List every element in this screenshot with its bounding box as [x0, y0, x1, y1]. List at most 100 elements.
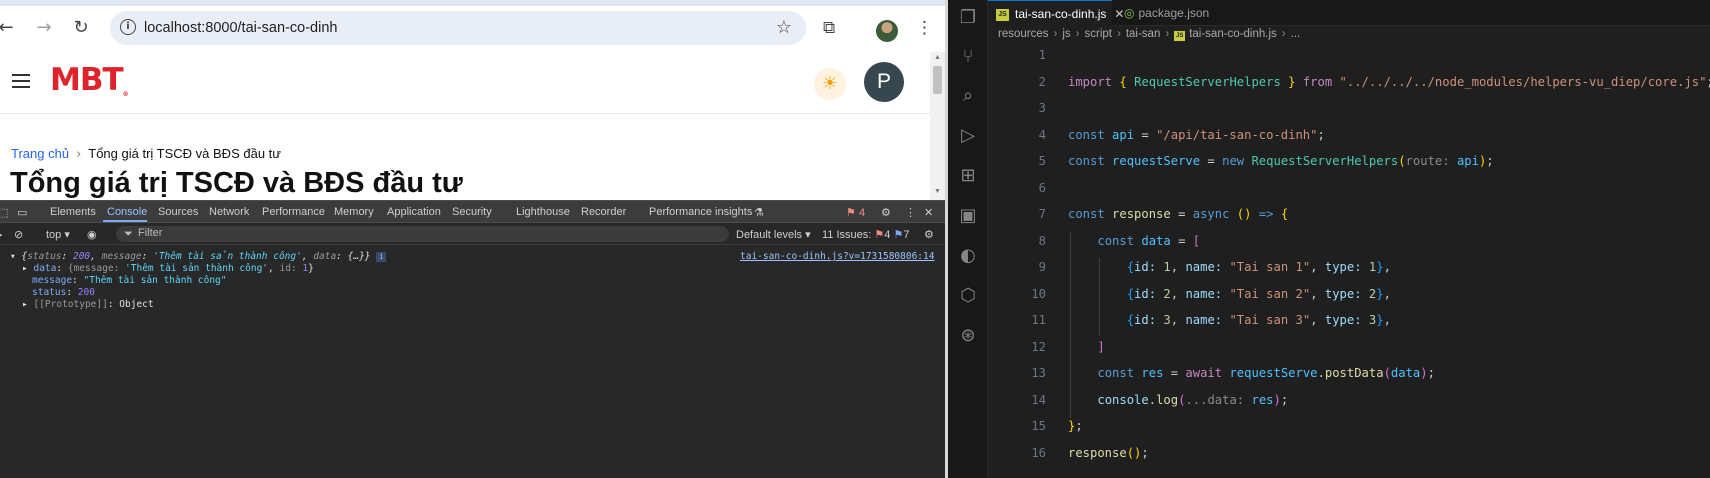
forward-arrow-icon[interactable]: →: [32, 16, 56, 40]
inspect-icon[interactable]: ⬚: [0, 206, 8, 219]
filter-placeholder: Filter: [138, 227, 163, 239]
hamburger-menu-icon[interactable]: [12, 74, 30, 88]
github-icon[interactable]: ⊛: [956, 324, 980, 348]
page-scrollbar[interactable]: ▲ ▼: [930, 52, 945, 200]
code-line-4: const api = "/api/tai-san-co-dinh";: [1068, 128, 1325, 142]
issues-counter[interactable]: 11 Issues: ⚑4 ⚑7: [822, 228, 909, 241]
tab-console[interactable]: Console: [107, 206, 147, 218]
profile-avatar[interactable]: [876, 20, 898, 42]
line-number: 1: [1038, 48, 1046, 62]
console-log-summary[interactable]: ▾ {status: 200, message: 'Thêm tài sản t…: [10, 251, 387, 262]
code-line-5: const requestServe = new RequestServerHe…: [1068, 154, 1494, 168]
browser-window: ← → ↻ i localhost:8000/tai-san-co-dinh ☆…: [0, 0, 945, 478]
tab-elements[interactable]: Elements: [50, 206, 96, 218]
run-debug-icon[interactable]: ▷: [956, 124, 980, 148]
sun-icon[interactable]: ☀: [814, 68, 846, 100]
testing-icon[interactable]: ⬡: [956, 284, 980, 308]
breadcrumb-segment[interactable]: script: [1085, 28, 1112, 40]
source-control-icon[interactable]: ⑂: [956, 45, 980, 69]
expand-arrow-icon[interactable]: ▸: [22, 299, 28, 310]
code-line-9: {id: 1, name: "Tai san 1", type: 1},: [1126, 260, 1391, 274]
devtools-panel: ⬚ ▭ Elements Console Sources Network Per…: [0, 200, 945, 478]
tab-memory[interactable]: Memory: [334, 206, 374, 218]
star-icon[interactable]: ☆: [776, 17, 792, 38]
site-logo[interactable]: MBT®: [50, 62, 129, 98]
device-toggle-icon[interactable]: ▭: [17, 206, 27, 219]
js-file-icon: JS: [996, 8, 1009, 21]
expand-toggle-icon[interactable]: ▾: [10, 251, 16, 262]
breadcrumb-home-link[interactable]: Trang chủ: [11, 146, 69, 161]
address-bar[interactable]: i localhost:8000/tai-san-co-dinh ☆: [110, 11, 806, 45]
clear-console-icon[interactable]: ⊘: [14, 228, 23, 241]
errors-badge[interactable]: ⚑ 4: [846, 206, 865, 219]
kebab-menu-icon[interactable]: ⋮: [916, 18, 933, 38]
code-line-11: {id: 3, name: "Tai san 3", type: 3},: [1126, 313, 1391, 327]
search-icon[interactable]: ⌕: [956, 84, 980, 108]
line-number: 10: [1031, 287, 1046, 301]
breadcrumb-segment[interactable]: resources: [998, 28, 1049, 40]
context-select[interactable]: top ▾: [46, 228, 70, 241]
breadcrumb-segment[interactable]: ...: [1291, 28, 1301, 40]
js-file-icon: JS: [1174, 31, 1186, 41]
info-badge-icon: i: [376, 252, 387, 262]
tab-network[interactable]: Network: [209, 206, 249, 218]
breadcrumb-current: Tổng giá trị TSCĐ và BĐS đầu tư: [88, 146, 281, 161]
line-number: 2: [1038, 75, 1046, 89]
issue-info-icon: ⚑: [893, 229, 904, 241]
puzzle-icon[interactable]: ⧉: [823, 18, 835, 38]
console-source-link[interactable]: tai-san-co-dinh.js?v=1731580806:14: [740, 251, 934, 262]
code-editor[interactable]: 1 2 3 4 5 6 7 8 9 10 11 12 13 14 15 16 i…: [988, 46, 1710, 478]
dropdown-caret-icon: ▾: [64, 229, 70, 241]
line-number: 11: [1031, 313, 1046, 327]
avatar[interactable]: P: [864, 62, 904, 102]
tab-recorder[interactable]: Recorder: [581, 206, 626, 218]
tab-lighthouse[interactable]: Lighthouse: [516, 206, 570, 218]
breadcrumb-segment[interactable]: tai-san-co-dinh.js: [1189, 28, 1277, 40]
scrollbar-thumb[interactable]: [933, 66, 942, 94]
tab-application[interactable]: Application: [387, 206, 441, 218]
settings-gear-icon[interactable]: ⚙: [881, 206, 891, 219]
error-flag-icon: ⚑: [846, 207, 856, 219]
line-number: 7: [1038, 207, 1046, 221]
editor-tab-package-json[interactable]: ◎ package.json: [1114, 0, 1224, 26]
line-number: 14: [1031, 393, 1046, 407]
site-info-icon[interactable]: i: [120, 19, 136, 35]
console-filter-input[interactable]: ⏷ Filter: [116, 226, 729, 242]
console-prop-status: status: 200: [32, 287, 95, 298]
gitlens-icon[interactable]: ◐: [956, 244, 980, 268]
reload-icon[interactable]: ↻: [69, 16, 93, 40]
line-number: 12: [1031, 340, 1046, 354]
breadcrumb-segment[interactable]: tai-san: [1126, 28, 1161, 40]
editor-tab-active[interactable]: JS tai-san-co-dinh.js ✕: [988, 0, 1124, 26]
code-line-2: import { RequestServerHelpers } from "..…: [1068, 75, 1710, 89]
console-prop-message: message: "Thêm tài sản thành công": [32, 275, 227, 286]
tab-sources[interactable]: Sources: [158, 206, 198, 218]
line-number: 3: [1038, 101, 1046, 115]
console-settings-icon[interactable]: ⚙: [924, 228, 934, 241]
log-levels-select[interactable]: Default levels ▾: [736, 228, 811, 241]
breadcrumb-segment[interactable]: js: [1062, 28, 1070, 40]
line-number: 13: [1031, 366, 1046, 380]
eye-icon[interactable]: ◉: [87, 228, 97, 241]
tab-security[interactable]: Security: [452, 206, 492, 218]
sidebar-toggle-icon[interactable]: ▸: [0, 228, 3, 241]
url-text[interactable]: localhost:8000/tai-san-co-dinh: [144, 20, 337, 36]
back-arrow-icon[interactable]: ←: [0, 16, 18, 40]
tab-performance-insights[interactable]: Performance insights: [649, 206, 752, 218]
code-line-12: ]: [1097, 340, 1105, 354]
tab-performance[interactable]: Performance: [262, 206, 325, 218]
browser-toolbar: ← → ↻ i localhost:8000/tai-san-co-dinh ☆…: [0, 0, 945, 52]
expand-arrow-icon[interactable]: ▸: [22, 263, 28, 274]
remote-explorer-icon[interactable]: ▣: [956, 204, 980, 228]
explorer-icon[interactable]: ❐: [956, 6, 980, 30]
line-number: 5: [1038, 154, 1046, 168]
console-prop-prototype[interactable]: ▸ [[Prototype]]: Object: [22, 299, 154, 310]
scroll-up-icon[interactable]: ▲: [934, 54, 941, 61]
editor-breadcrumb: resources › js › script › tai-san › JS tai-san-co…: [998, 28, 1301, 41]
close-icon[interactable]: ✕: [924, 206, 933, 219]
extensions-icon[interactable]: ⊞: [956, 164, 980, 188]
more-options-icon[interactable]: ⋮: [905, 206, 916, 219]
console-prop-data[interactable]: ▸ data: {message: 'Thêm tài sản thành cô…: [22, 263, 314, 274]
scroll-down-icon[interactable]: ▼: [934, 188, 941, 195]
activity-bar: ❐ ⑂ ⌕ ▷ ⊞ ▣ ◐ ⬡ ⊛: [948, 0, 988, 478]
